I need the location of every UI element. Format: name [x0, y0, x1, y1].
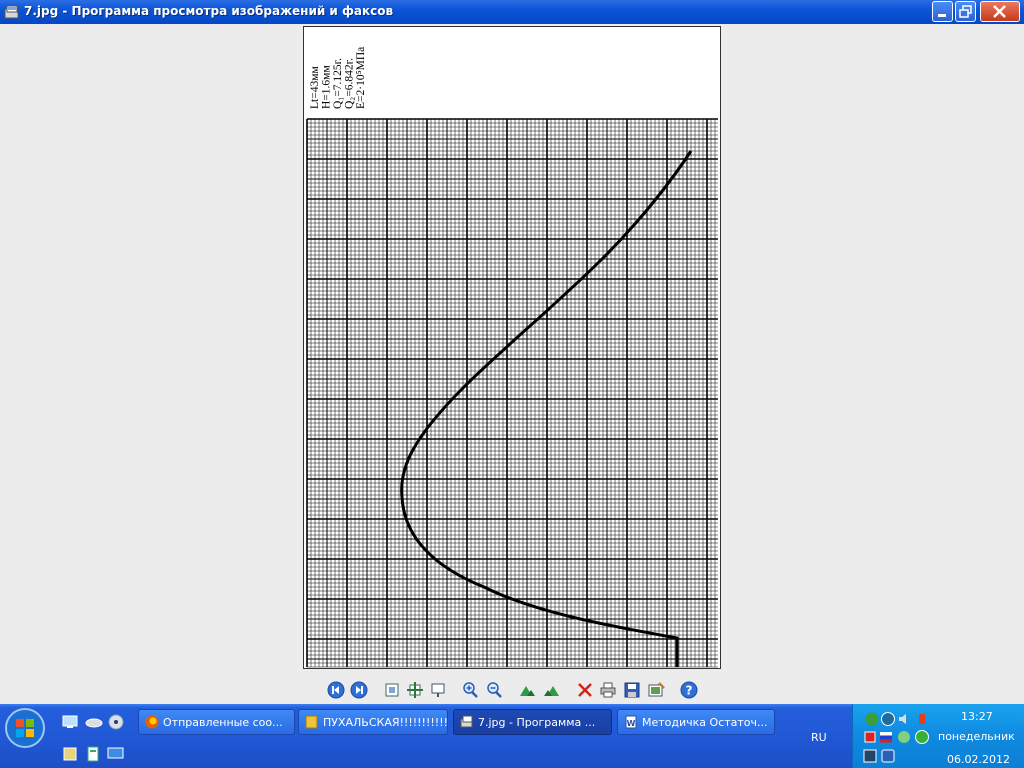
best-fit-icon[interactable]: [383, 681, 401, 699]
system-tray: 13:27 понедельник 06.02.2012: [852, 704, 1024, 768]
cloud-icon[interactable]: [897, 730, 911, 744]
minimize-icon: [938, 14, 946, 17]
graph-paper-image: Lt=43мм H=1.6мм Q₁=7.125г. Q₂=6.842г. E=2·10…: [306, 47, 718, 668]
parameter-label: Q₁=7.125г.: [332, 58, 344, 109]
save-icon[interactable]: [623, 681, 641, 699]
image-viewer-icon: [4, 5, 19, 19]
task-word-doc[interactable]: W Методичка Остаточ...: [617, 709, 775, 735]
network-icon[interactable]: [881, 712, 895, 726]
slideshow-icon[interactable]: [429, 681, 447, 699]
parameter-label: H=1.6мм: [321, 65, 333, 109]
clock-day: понедельник: [938, 730, 1015, 743]
word-document-icon: W: [625, 715, 637, 729]
lingvo-icon[interactable]: [863, 749, 877, 763]
volume-icon[interactable]: [897, 712, 911, 726]
restore-icon: [959, 5, 972, 18]
minimize-button[interactable]: [932, 1, 953, 22]
parameter-label: E=2·10⁵МПа: [355, 47, 367, 109]
show-desktop-icon[interactable]: [62, 714, 80, 730]
documents-icon[interactable]: [85, 746, 103, 762]
taskbar: Отправленные соо... ПУХАЛЬСКАЯ!!!!!!!!!!…: [0, 704, 1024, 768]
zoom-out-icon[interactable]: [485, 681, 503, 699]
zoom-in-icon[interactable]: [461, 681, 479, 699]
print-icon[interactable]: [599, 681, 617, 699]
displayed-image: Lt=43мм H=1.6мм Q₁=7.125г. Q₂=6.842г. E=2·10…: [303, 26, 721, 669]
rotate-counterclockwise-icon[interactable]: [542, 681, 560, 699]
task-label: Отправленные соо...: [163, 716, 283, 729]
monitor-icon[interactable]: [107, 746, 125, 762]
edit-icon[interactable]: [647, 681, 665, 699]
task-mail[interactable]: Отправленные соо...: [138, 709, 295, 735]
task-label: Методичка Остаточ...: [642, 716, 768, 729]
task-image-viewer[interactable]: 7.jpg - Программа ...: [453, 709, 612, 735]
delete-icon[interactable]: [576, 681, 594, 699]
vk-icon[interactable]: [881, 749, 895, 763]
explorer-icon[interactable]: [62, 746, 80, 762]
antivirus-icon[interactable]: [915, 712, 929, 726]
restore-button[interactable]: [955, 1, 976, 22]
keyboard-layout-icon[interactable]: [879, 730, 893, 744]
svg-text:?: ?: [686, 684, 693, 698]
utorrent-icon[interactable]: [865, 712, 879, 726]
start-button[interactable]: [2, 706, 48, 750]
parameter-label: Lt=43мм: [309, 66, 321, 109]
media-player-icon[interactable]: [107, 714, 125, 730]
next-image-icon[interactable]: [350, 681, 368, 699]
firefox-icon: [145, 715, 159, 729]
messenger-icon[interactable]: [915, 730, 929, 744]
viewer-toolbar: ?: [0, 676, 1024, 704]
close-icon: [993, 5, 1006, 18]
svg-text:W: W: [627, 719, 636, 728]
prev-image-icon[interactable]: [327, 681, 345, 699]
help-icon[interactable]: ?: [680, 681, 698, 699]
safely-remove-icon[interactable]: [863, 730, 877, 744]
window-title: 7.jpg - Программа просмотра изображений …: [24, 4, 394, 18]
image-viewer-area: Lt=43мм H=1.6мм Q₁=7.125г. Q₂=6.842г. E=2·10…: [0, 24, 1024, 676]
parameter-labels: Lt=43мм H=1.6мм Q₁=7.125г. Q₂=6.842г. E=2·10…: [309, 47, 367, 109]
rotate-clockwise-icon[interactable]: [519, 681, 537, 699]
image-viewer-icon: [460, 715, 473, 728]
task-folder[interactable]: ПУХАЛЬСКАЯ!!!!!!!!!!!!: [298, 709, 448, 735]
clock-time[interactable]: 13:27: [961, 710, 993, 723]
drive-icon[interactable]: [85, 714, 103, 730]
task-label: 7.jpg - Программа ...: [478, 716, 596, 729]
actual-size-icon[interactable]: [406, 681, 424, 699]
close-button[interactable]: [980, 1, 1020, 22]
language-indicator[interactable]: RU: [811, 731, 827, 744]
graph-grid: [306, 118, 718, 668]
window-titlebar[interactable]: 7.jpg - Программа просмотра изображений …: [0, 0, 1024, 24]
task-label: ПУХАЛЬСКАЯ!!!!!!!!!!!!: [323, 716, 448, 729]
folder-icon: [305, 715, 318, 729]
clock-date: 06.02.2012: [947, 753, 1010, 766]
parameter-label: Q₂=6.842г.: [344, 58, 356, 109]
